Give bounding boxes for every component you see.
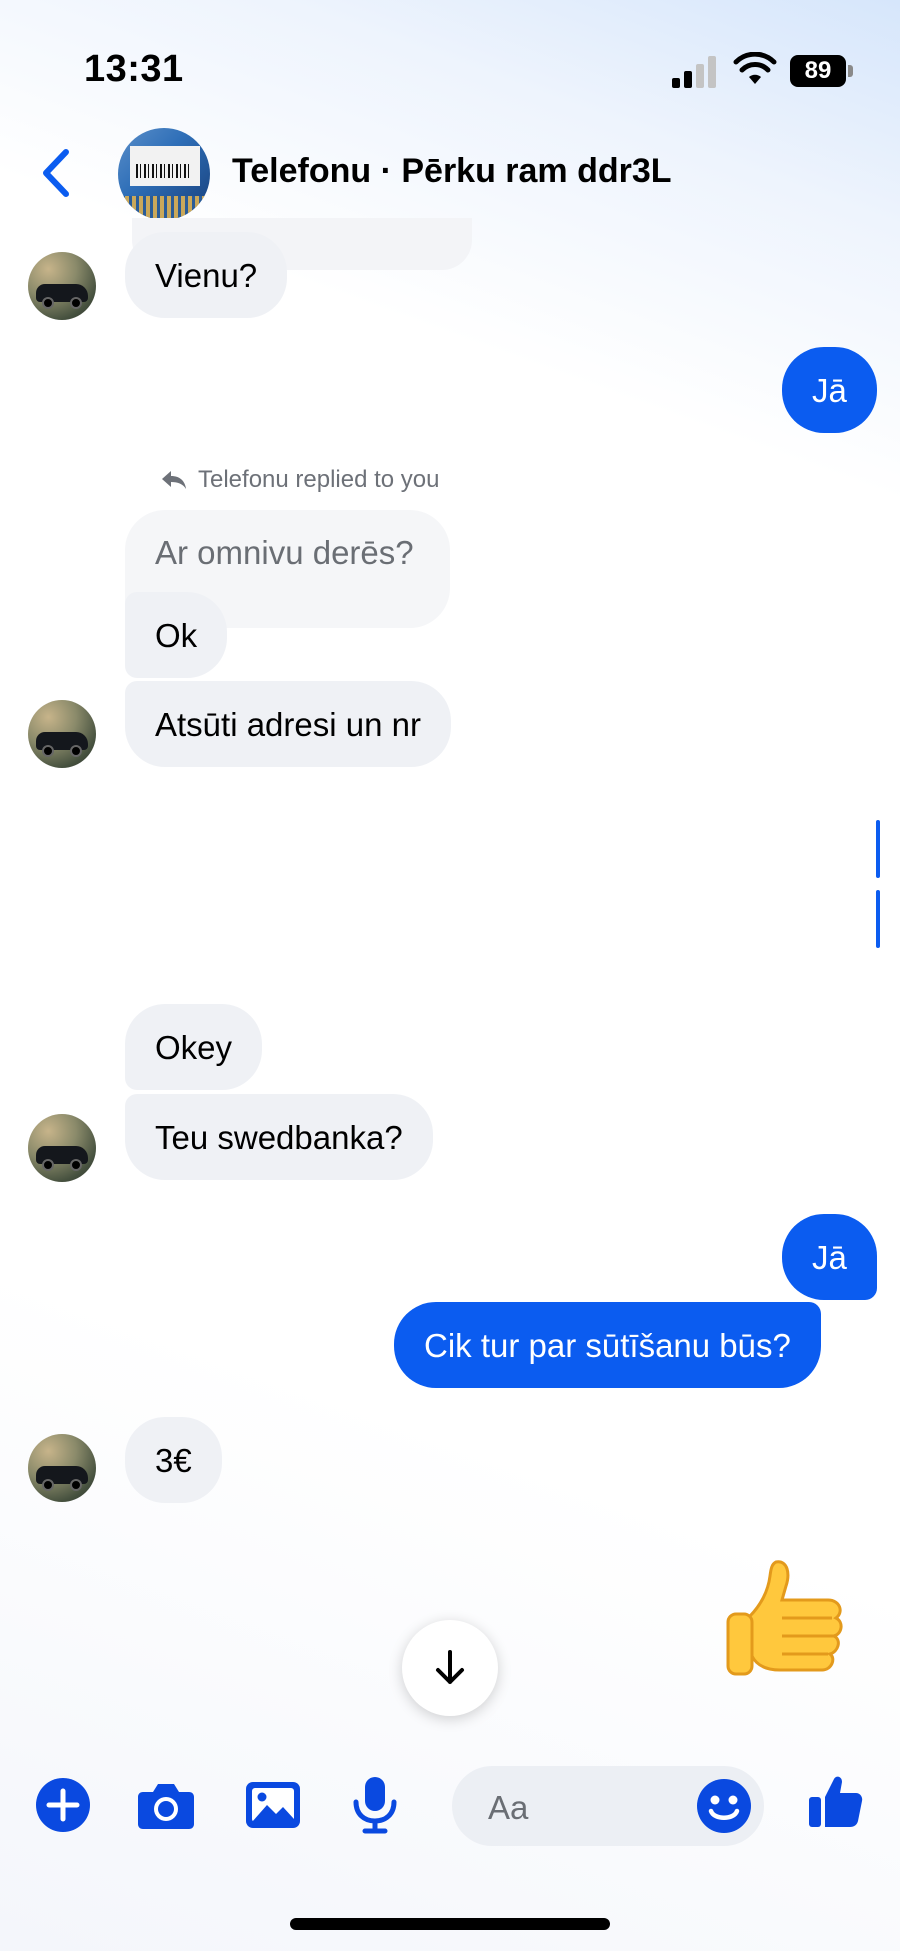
cellular-signal-icon xyxy=(672,56,716,88)
offscreen-message-edge xyxy=(876,890,880,948)
message-input[interactable]: Aa xyxy=(452,1766,764,1846)
wifi-icon xyxy=(733,52,777,84)
incoming-message[interactable]: Teu swedbanka? xyxy=(125,1094,433,1180)
outgoing-message[interactable]: Jā xyxy=(782,347,877,433)
chat-title[interactable]: Telefonu · Pērku ram ddr3L xyxy=(232,152,672,191)
incoming-message[interactable]: Okey xyxy=(125,1004,263,1090)
chat-avatar[interactable] xyxy=(118,128,210,220)
incoming-message[interactable]: Ok xyxy=(125,592,228,678)
incoming-message[interactable]: Atsūti adresi un nr xyxy=(125,681,451,767)
reply-indicator: Telefonu replied to you xyxy=(160,466,440,494)
reply-indicator-text: Telefonu replied to you xyxy=(198,466,440,493)
scroll-to-bottom-button[interactable] xyxy=(402,1620,498,1716)
message-input-placeholder: Aa xyxy=(488,1789,529,1826)
like-icon xyxy=(809,1776,863,1827)
thumbs-up-emoji[interactable] xyxy=(724,1556,848,1686)
sender-avatar[interactable] xyxy=(28,700,96,768)
status-time: 13:31 xyxy=(84,48,184,90)
camera-button[interactable] xyxy=(137,1776,195,1834)
emoji-icon[interactable] xyxy=(696,1778,752,1834)
incoming-message[interactable]: Vienu? xyxy=(125,232,288,318)
offscreen-message-edge xyxy=(876,820,880,878)
plus-icon xyxy=(36,1778,90,1832)
messenger-chat-screen: 13:31 89 Telefonu · Pērku ram ddr3L Vien… xyxy=(0,0,900,1951)
arrow-down-icon xyxy=(436,1650,464,1684)
camera-icon xyxy=(138,1784,194,1829)
sender-avatar[interactable] xyxy=(28,1114,96,1182)
battery-indicator: 89 xyxy=(790,55,854,87)
outgoing-message[interactable]: Cik tur par sūtīšanu būs? xyxy=(394,1302,821,1388)
plus-button[interactable] xyxy=(34,1776,92,1834)
sender-avatar[interactable] xyxy=(28,252,96,320)
gallery-icon xyxy=(246,1782,300,1828)
home-indicator xyxy=(290,1918,610,1930)
outgoing-message[interactable]: Jā xyxy=(782,1214,877,1300)
incoming-message[interactable]: 3€ xyxy=(125,1417,222,1503)
like-button[interactable] xyxy=(806,1772,864,1830)
gallery-button[interactable] xyxy=(244,1776,302,1834)
voice-message-button[interactable] xyxy=(346,1776,404,1834)
reply-arrow-icon xyxy=(162,471,186,489)
battery-level: 89 xyxy=(790,55,846,87)
back-icon[interactable] xyxy=(38,146,74,200)
mic-icon xyxy=(353,1777,397,1834)
sender-avatar[interactable] xyxy=(28,1434,96,1502)
